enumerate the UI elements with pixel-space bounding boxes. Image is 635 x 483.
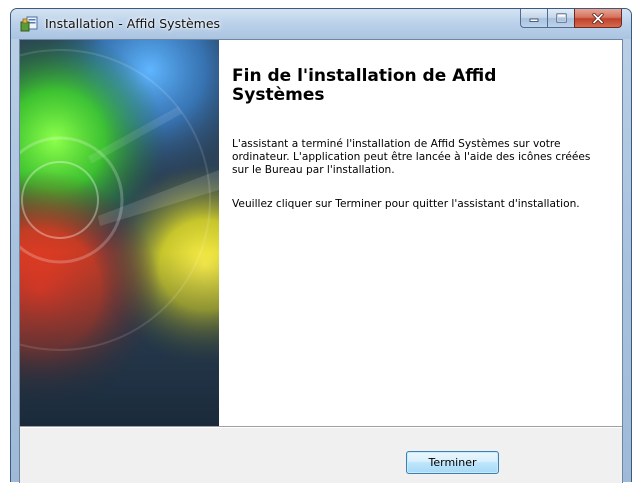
window-title: Installation - Affid Systèmes <box>45 16 221 31</box>
minimize-button[interactable] <box>520 9 547 28</box>
installer-window: Installation - Affid Systèmes Fin de l'i… <box>10 8 632 483</box>
finish-instruction: Veuillez cliquer sur Terminer pour quitt… <box>232 198 580 210</box>
finish-button[interactable]: Terminer <box>406 451 499 474</box>
minimize-icon <box>529 18 539 22</box>
close-icon <box>592 12 604 24</box>
caption-buttons <box>520 9 625 29</box>
wizard-client-area: Fin de l'installation de Affid Systèmes … <box>19 39 623 483</box>
close-button[interactable] <box>574 9 622 28</box>
page-title: Fin de l'installation de Affid Systèmes <box>232 66 497 105</box>
title-bar[interactable]: Installation - Affid Systèmes <box>11 9 631 39</box>
setup-disc-artwork <box>20 40 219 426</box>
wizard-footer: Terminer <box>20 428 622 483</box>
wizard-main-panel: Fin de l'installation de Affid Systèmes … <box>219 40 622 426</box>
maximize-button[interactable] <box>547 9 574 28</box>
completion-message: L'assistant a terminé l'installation de … <box>232 138 591 176</box>
setup-app-icon <box>20 16 38 32</box>
maximize-icon <box>556 13 566 23</box>
wizard-side-image <box>20 40 219 426</box>
